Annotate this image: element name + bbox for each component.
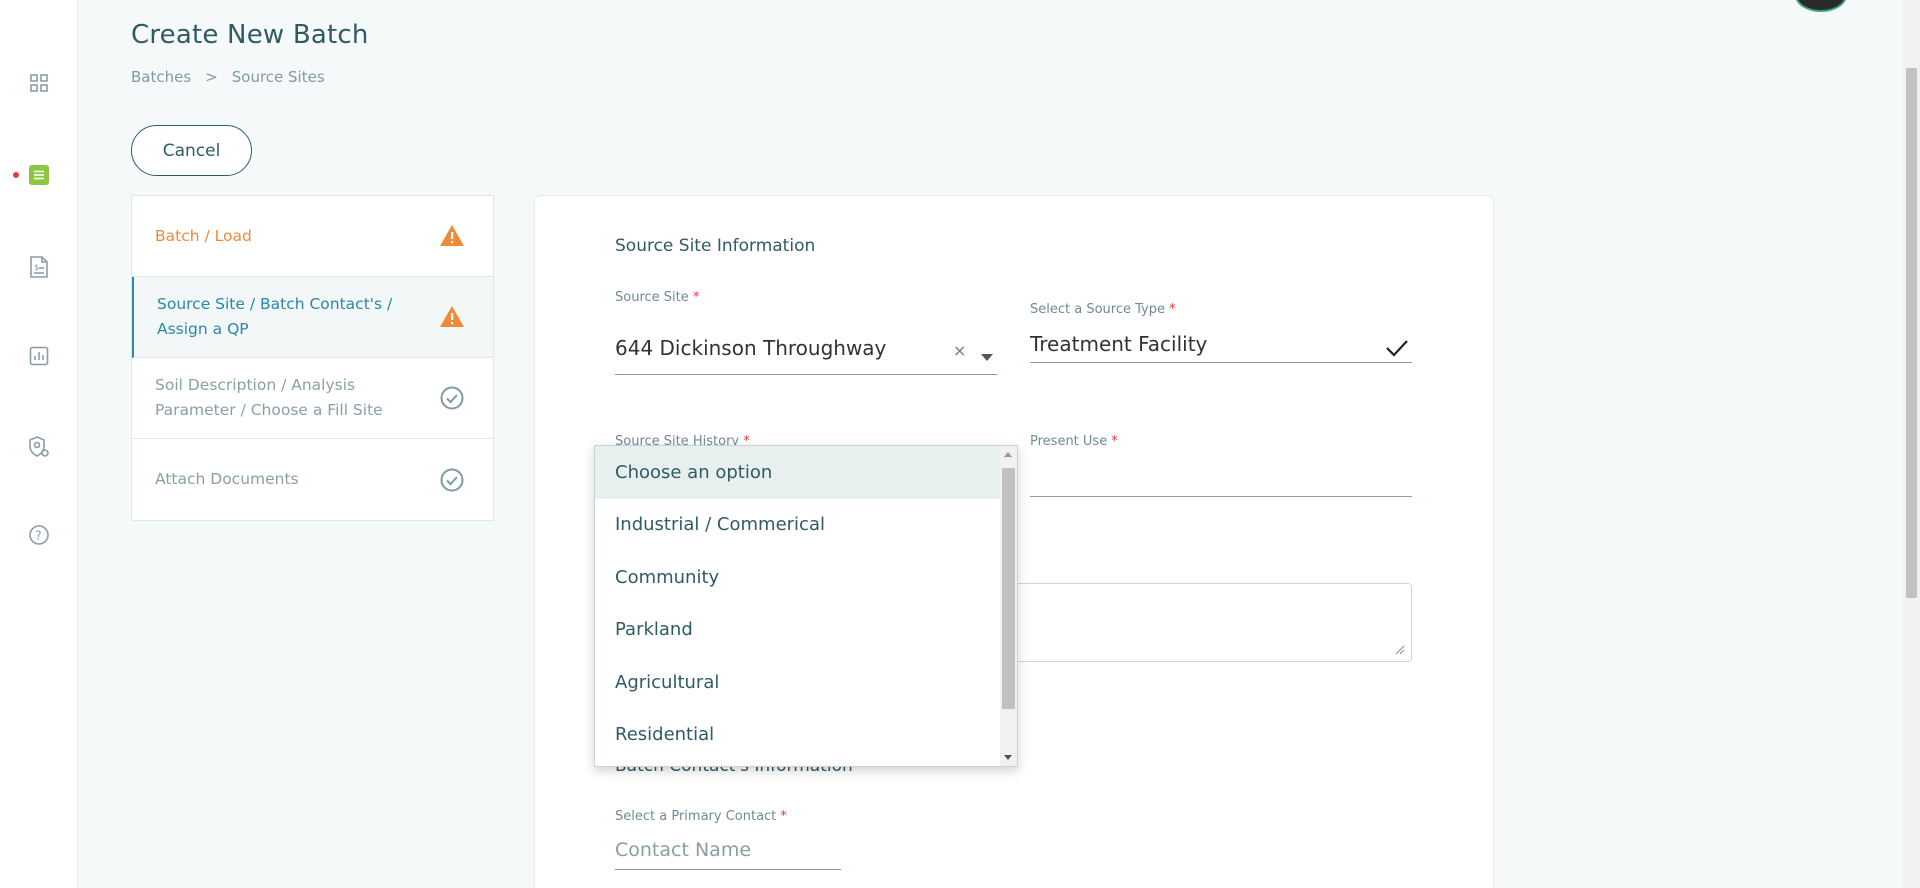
step-label: Source Site / Batch Contact's / Assign a…	[157, 295, 393, 338]
source-site-underline	[615, 374, 997, 375]
breadcrumb-source-sites[interactable]: Source Sites	[232, 68, 325, 86]
help-question-icon[interactable]: ?	[27, 523, 51, 547]
batches-list-icon[interactable]	[27, 163, 51, 187]
warning-icon	[440, 306, 464, 327]
warning-icon	[440, 225, 464, 246]
dashboard-grid-icon[interactable]	[27, 71, 51, 95]
page-scrollbar[interactable]	[1903, 0, 1920, 888]
wizard-steps: Batch / Load Source Site / Batch Contact…	[131, 195, 494, 521]
check-circle-icon	[440, 386, 464, 410]
dropdown-option[interactable]: Industrial / Commerical	[595, 499, 1017, 552]
step-attach-documents[interactable]: Attach Documents	[132, 439, 493, 520]
step-label: Batch / Load	[155, 226, 252, 245]
invoice-document-icon[interactable]: $	[27, 255, 51, 279]
breadcrumb-separator: >	[205, 68, 218, 86]
reports-chart-icon[interactable]	[27, 344, 51, 368]
check-circle-icon	[440, 468, 464, 491]
dropdown-option[interactable]: Choose an option	[595, 446, 1017, 499]
chevron-down-icon[interactable]	[981, 354, 993, 361]
primary-contact-label: Select a Primary Contact *	[615, 809, 787, 824]
settings-shield-icon[interactable]	[27, 435, 51, 459]
dropdown-scrollbar[interactable]	[1000, 446, 1017, 766]
source-type-label: Select a Source Type *	[1030, 302, 1176, 317]
present-use-input[interactable]	[1030, 496, 1412, 497]
scroll-up-arrow-icon[interactable]	[1004, 452, 1012, 457]
dropdown-option[interactable]: Parkland	[595, 604, 1017, 657]
svg-text:?: ?	[35, 529, 41, 543]
dropdown-option[interactable]: Community	[595, 551, 1017, 604]
breadcrumb: Batches > Source Sites	[131, 68, 325, 86]
svg-text:$: $	[34, 263, 39, 272]
primary-contact-underline	[615, 869, 841, 870]
notification-dot	[13, 172, 19, 178]
dropdown-option[interactable]: Residential	[595, 709, 1017, 762]
step-source-site[interactable]: Source Site / Batch Contact's / Assign a…	[132, 277, 493, 358]
section-title-source: Source Site Information	[615, 236, 816, 256]
source-history-dropdown[interactable]: Choose an option Industrial / Commerical…	[594, 445, 1018, 767]
user-avatar[interactable]	[1795, 0, 1847, 12]
dropdown-scroll-thumb[interactable]	[1002, 468, 1015, 709]
primary-contact-input[interactable]: Contact Name	[615, 839, 751, 861]
source-site-label: Source Site *	[615, 290, 700, 305]
step-label: Soil Description / Analysis Parameter / …	[155, 376, 383, 419]
checkmark-icon[interactable]	[1385, 338, 1409, 358]
page-title: Create New Batch	[131, 20, 369, 50]
step-batch-load[interactable]: Batch / Load	[132, 196, 493, 277]
left-nav-rail: $ ?	[0, 0, 78, 888]
page-scroll-thumb[interactable]	[1906, 68, 1917, 598]
step-soil-description[interactable]: Soil Description / Analysis Parameter / …	[132, 358, 493, 439]
present-use-label: Present Use *	[1030, 434, 1118, 449]
clear-icon[interactable]: ×	[953, 341, 966, 360]
cancel-button[interactable]: Cancel	[131, 125, 252, 176]
resize-handle-icon[interactable]	[1395, 645, 1405, 655]
source-type-underline	[1030, 362, 1412, 363]
step-label: Attach Documents	[155, 470, 299, 488]
dropdown-option[interactable]: Agricultural	[595, 656, 1017, 709]
scroll-down-arrow-icon[interactable]	[1004, 755, 1012, 760]
breadcrumb-batches[interactable]: Batches	[131, 68, 191, 86]
source-site-value[interactable]: 644 Dickinson Throughway	[615, 336, 886, 360]
source-type-value[interactable]: Treatment Facility	[1030, 332, 1207, 356]
